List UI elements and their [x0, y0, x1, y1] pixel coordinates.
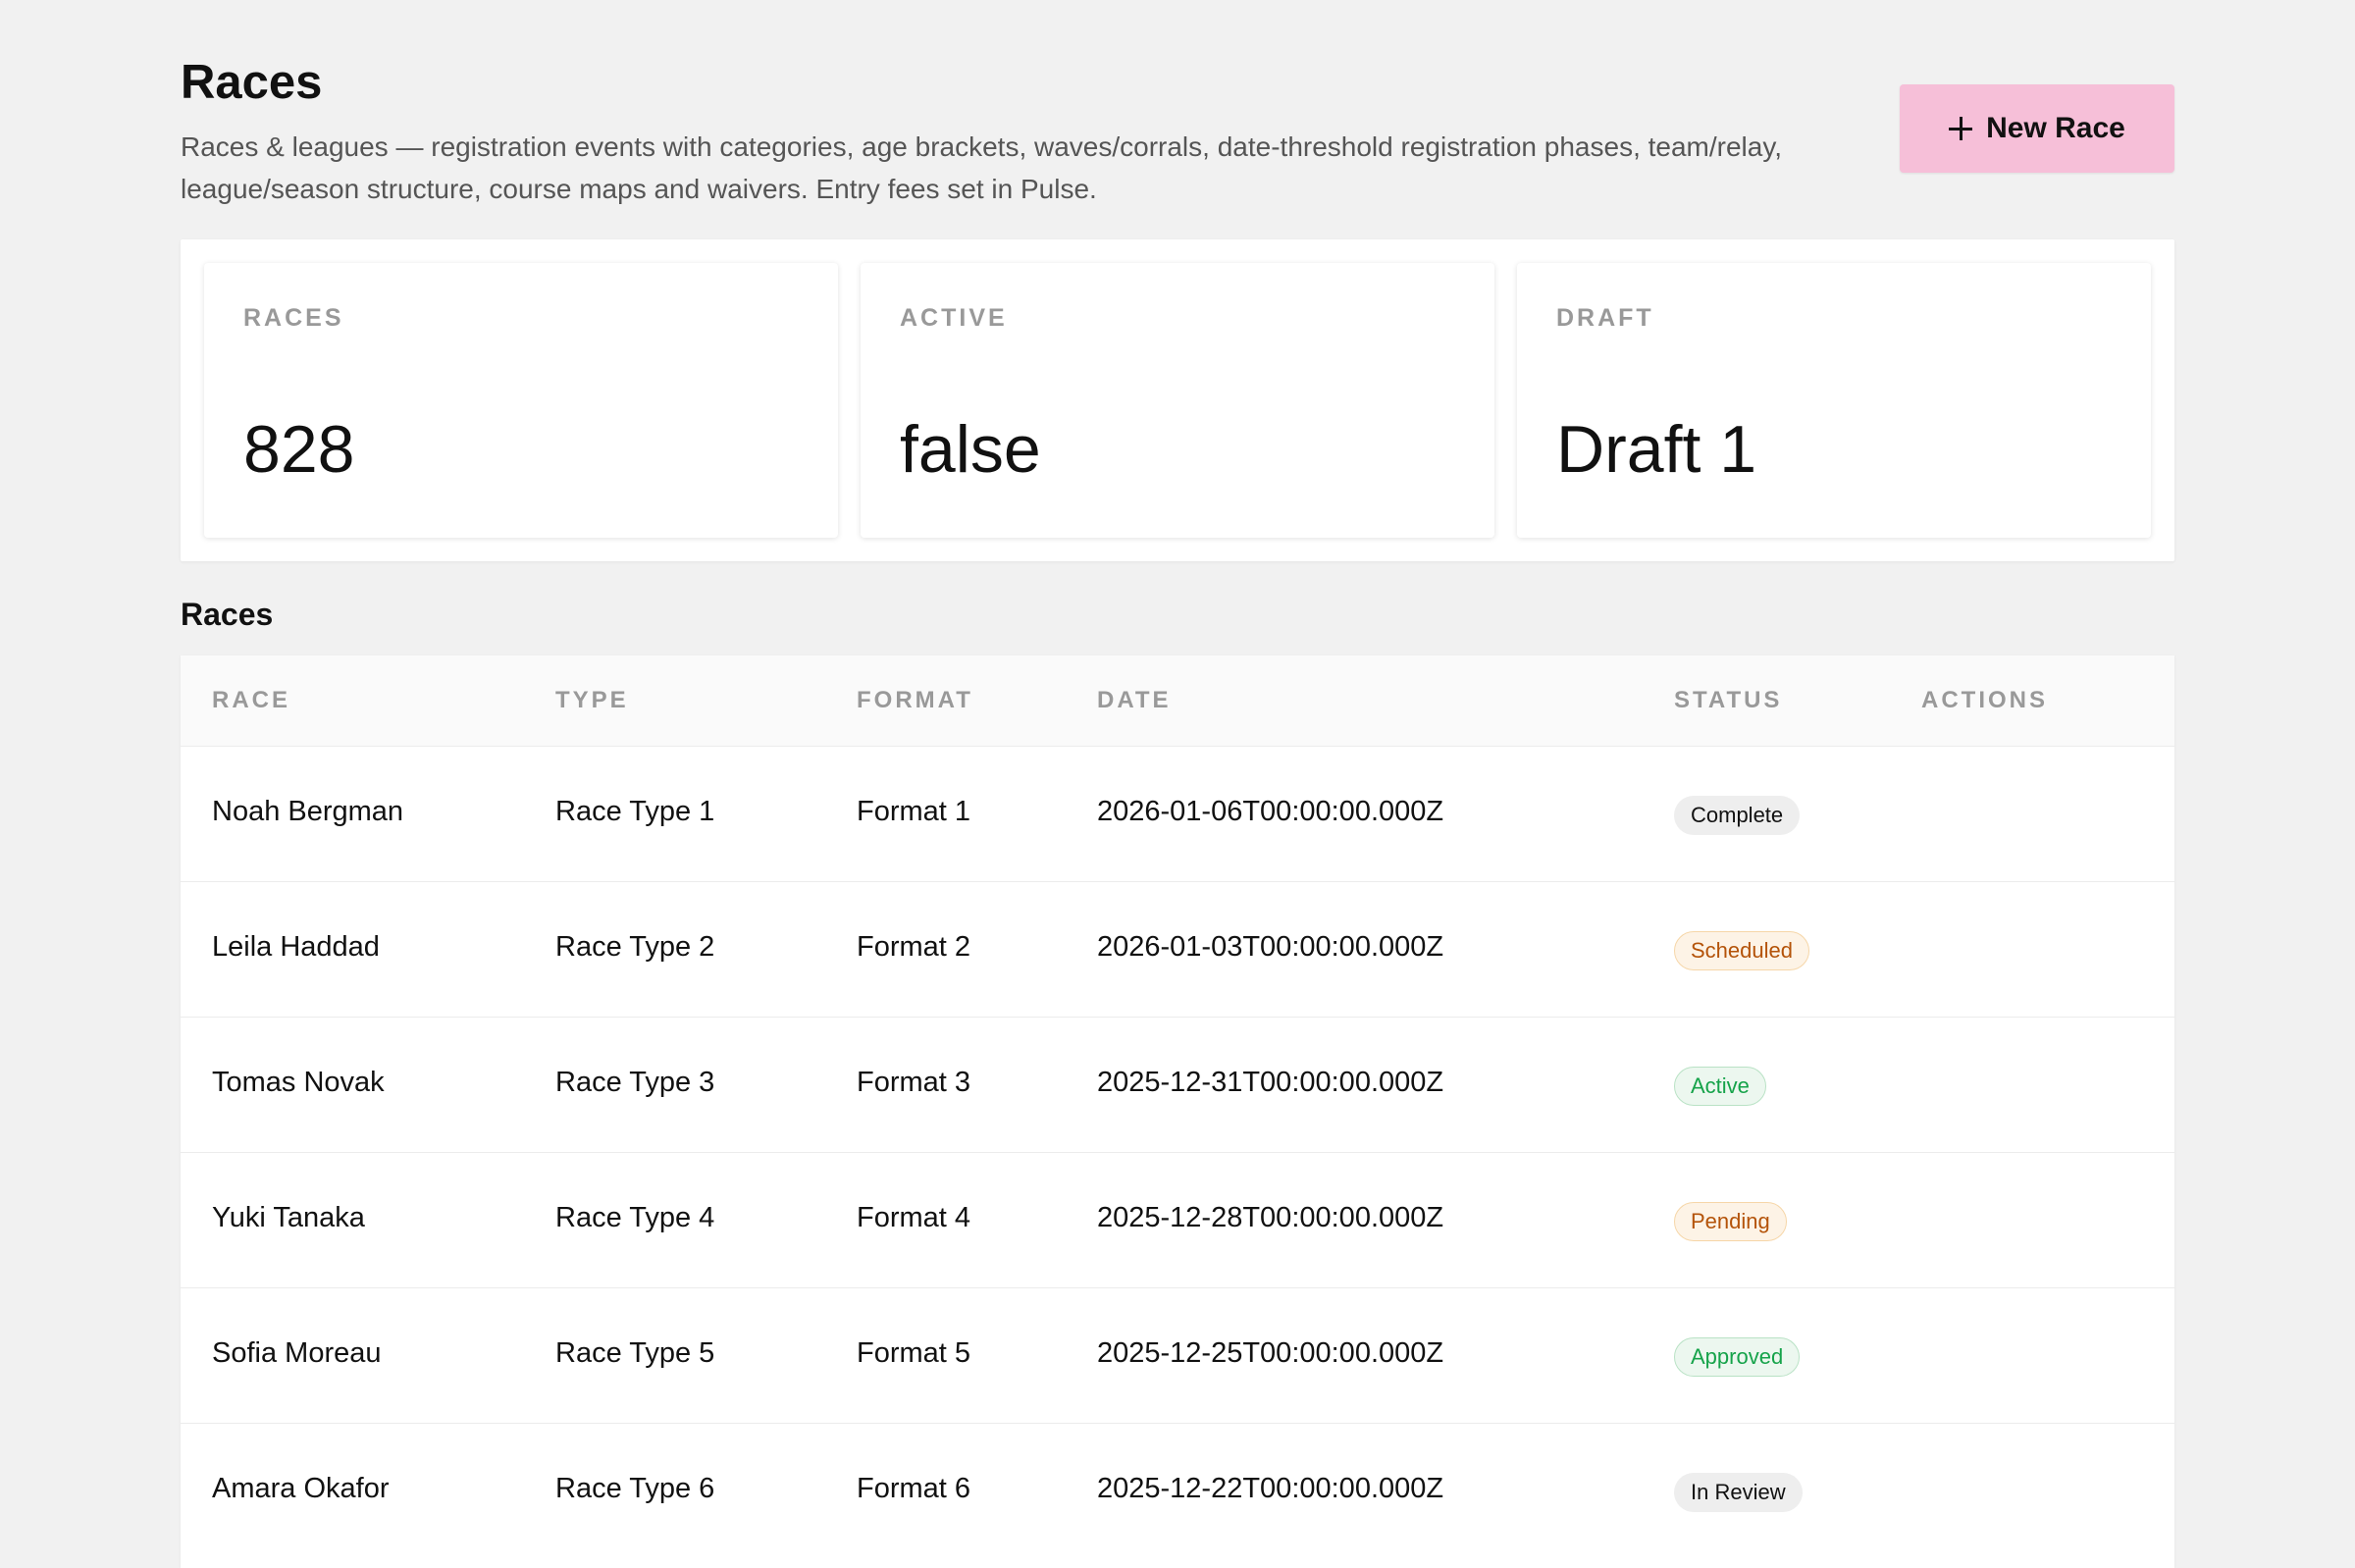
- table-row[interactable]: Yuki Tanaka Race Type 4 Format 4 2025-12…: [181, 1152, 2174, 1287]
- race-format: Format 6: [857, 1473, 971, 1504]
- race-type: Race Type 4: [555, 1202, 715, 1233]
- edit-button[interactable]: [2167, 1471, 2174, 1510]
- status-badge: Complete: [1674, 796, 1801, 835]
- races-table: RACE TYPE FORMAT DATE STATUS ACTIONS Noa…: [181, 655, 2174, 1568]
- status-badge: Scheduled: [1674, 931, 1809, 970]
- race-format: Format 4: [857, 1202, 971, 1233]
- race-format: Format 5: [857, 1337, 971, 1369]
- pencil-icon: [2172, 800, 2174, 827]
- column-header-status[interactable]: STATUS: [1674, 687, 1782, 714]
- page-description: Races & leagues — registration events wi…: [181, 131, 1783, 204]
- column-header-actions: ACTIONS: [1921, 687, 2048, 713]
- race-name: Yuki Tanaka: [212, 1202, 365, 1233]
- pencil-icon: [2172, 1206, 2174, 1233]
- section-title: Races: [181, 597, 274, 632]
- page-header: Races Races & leagues — registration eve…: [181, 49, 2174, 216]
- race-date: 2026-01-03T00:00:00.000Z: [1097, 931, 1444, 963]
- race-type: Race Type 3: [555, 1067, 715, 1098]
- edit-button[interactable]: [2167, 929, 2174, 968]
- pencil-icon: [2172, 1341, 2174, 1369]
- status-badge: Active: [1674, 1067, 1766, 1106]
- column-header-date[interactable]: DATE: [1097, 687, 1172, 714]
- race-date: 2025-12-31T00:00:00.000Z: [1097, 1067, 1444, 1098]
- new-race-button[interactable]: New Race: [1900, 84, 2174, 173]
- edit-button[interactable]: [2167, 1065, 2174, 1104]
- column-header-format[interactable]: FORMAT: [857, 687, 973, 714]
- races-page: Races Races & leagues — registration eve…: [0, 0, 2355, 1568]
- stat-card-active: ACTIVE false: [861, 263, 1494, 538]
- race-format: Format 1: [857, 796, 971, 827]
- race-date: 2026-01-06T00:00:00.000Z: [1097, 796, 1444, 827]
- stat-value: 828: [243, 412, 355, 487]
- stat-label: DRAFT: [1556, 304, 1654, 332]
- race-format: Format 2: [857, 931, 971, 963]
- column-header-race[interactable]: RACE: [212, 687, 290, 714]
- table-row[interactable]: Sofia Moreau Race Type 5 Format 5 2025-1…: [181, 1287, 2174, 1423]
- pencil-icon: [2172, 1477, 2174, 1504]
- pencil-icon: [2172, 1071, 2174, 1098]
- plus-icon: [1949, 117, 1973, 140]
- race-type: Race Type 6: [555, 1473, 715, 1504]
- column-header-type[interactable]: TYPE: [555, 687, 629, 714]
- edit-button[interactable]: [2167, 1335, 2174, 1375]
- status-badge: In Review: [1674, 1473, 1803, 1512]
- stat-card-races: RACES 828: [204, 263, 838, 538]
- table-row[interactable]: Tomas Novak Race Type 3 Format 3 2025-12…: [181, 1017, 2174, 1152]
- table-row[interactable]: Leila Haddad Race Type 2 Format 2 2026-0…: [181, 881, 2174, 1017]
- table-header: RACE TYPE FORMAT DATE STATUS ACTIONS: [181, 655, 2174, 746]
- table-row[interactable]: Amara Okafor Race Type 6 Format 6 2025-1…: [181, 1423, 2174, 1558]
- stat-card-draft: DRAFT Draft 1: [1517, 263, 2151, 538]
- status-badge: Pending: [1674, 1202, 1787, 1241]
- race-date: 2025-12-25T00:00:00.000Z: [1097, 1337, 1444, 1369]
- race-name: Tomas Novak: [212, 1067, 385, 1098]
- race-date: 2025-12-28T00:00:00.000Z: [1097, 1202, 1444, 1233]
- edit-button[interactable]: [2167, 794, 2174, 833]
- edit-button[interactable]: [2167, 1200, 2174, 1239]
- page-title: Races: [181, 56, 323, 109]
- status-badge: Approved: [1674, 1337, 1801, 1377]
- race-type: Race Type 1: [555, 796, 715, 827]
- table-row[interactable]: Noah Bergman Race Type 1 Format 1 2026-0…: [181, 746, 2174, 881]
- stats-panel: RACES 828 ACTIVE false DRAFT Draft 1: [181, 239, 2174, 561]
- new-race-button-label: New Race: [1986, 112, 2125, 144]
- stat-value: Draft 1: [1556, 412, 1757, 487]
- stat-label: RACES: [243, 304, 344, 332]
- stat-value: false: [900, 412, 1041, 487]
- race-type: Race Type 5: [555, 1337, 715, 1369]
- race-type: Race Type 2: [555, 931, 715, 963]
- race-name: Sofia Moreau: [212, 1337, 382, 1369]
- race-format: Format 3: [857, 1067, 971, 1098]
- race-name: Amara Okafor: [212, 1473, 390, 1504]
- pencil-icon: [2172, 935, 2174, 963]
- race-name: Noah Bergman: [212, 796, 404, 827]
- race-date: 2025-12-22T00:00:00.000Z: [1097, 1473, 1444, 1504]
- race-name: Leila Haddad: [212, 931, 380, 963]
- stat-label: ACTIVE: [900, 304, 1008, 332]
